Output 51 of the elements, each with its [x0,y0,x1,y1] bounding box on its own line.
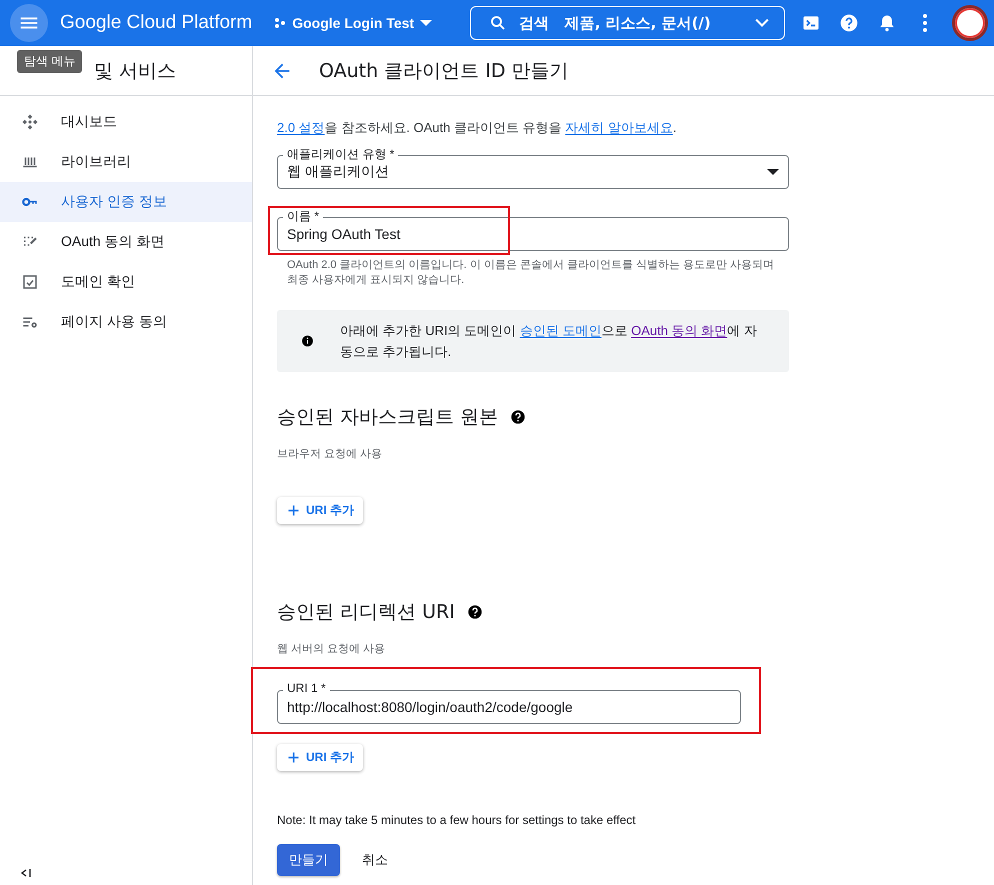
help-icon [839,13,859,33]
select-field[interactable]: 애플리케이션 유형 * 웹 애플리케이션 [277,146,789,189]
more-icon [923,14,927,32]
create-button[interactable]: 만들기 [277,844,340,876]
text-link[interactable]: OAuth 동의 화면 [631,323,728,338]
add-uri-button[interactable]: URI 추가 [277,497,363,524]
section-title: 및 서비스 [94,58,176,84]
nav-item[interactable]: 페이지 사용 동의 [0,302,252,342]
avatar[interactable] [952,5,988,41]
project-selector[interactable]: Google Login Test [274,15,432,31]
section-heading: 승인된 자바스크립트 원본 [277,405,498,430]
text-link[interactable]: 2.0 설정 [277,120,325,135]
dashboard-icon [21,113,39,131]
plus-icon [286,750,301,765]
collapse-icon[interactable] [20,867,32,879]
section-subtitle: 웹 서버의 요청에 사용 [277,642,386,656]
text-link[interactable]: 자세히 알아보세요 [565,120,673,135]
note-text: Note: It may take 5 minutes to a few hours for settings to take effect [277,813,637,827]
help-icon[interactable] [510,409,526,425]
product-name: Google Cloud Platform [60,12,252,34]
field-label: 이름 * [283,208,324,225]
search-input[interactable]: 검색 제품, 리소스, 문서(/) [517,13,742,33]
checkbox-icon [21,273,39,291]
nav-item[interactable]: 사용자 인증 정보 [0,182,252,222]
nav-item[interactable]: 도메인 확인 [0,262,252,302]
field-label: 애플리케이션 유형 * [283,146,398,163]
dropdown-caret-icon [767,169,779,175]
section-heading: 승인된 리디렉션 URI [277,600,455,625]
caret-icon [420,20,432,26]
text-link[interactable]: 승인된 도메인 [520,323,602,338]
info-icon [301,333,314,349]
cancel-button[interactable]: 취소 [362,851,388,869]
field-label: URI 1 * [283,681,330,695]
helper-text: OAuth 2.0 클라이언트의 이름입니다. 이 이름은 콘솔에서 클라이언트를 식별하는 용도로만 사용되며 최종 사용자에게 표시되지 않습니다. [286,258,776,288]
intro-text: 2.0 설정 을 참조하세요. OAuth 클라이언트 유형을 자세히 알아보세요. [277,119,678,137]
menu-button[interactable] [10,4,48,42]
search-icon [489,14,508,32]
notice-text: 아래에 추가한 URI의 도메인이 승인된 도메인으로 OAuth 동의 화면에 자동으로 추가됩니다. [340,322,758,361]
nav-item[interactable]: OAuth 동의 화면 [0,222,252,262]
tooltip: 탐색 메뉴 [17,50,82,73]
input-field[interactable]: URI 1 * http://localhost:8080/login/oauth2/code/google [277,681,741,724]
nav-item[interactable]: 대시보드 [0,102,252,142]
project-icon [274,17,286,29]
section-subtitle: 브라우저 요청에 사용 [277,447,384,461]
plus-icon [286,503,301,518]
add-uri-button[interactable]: URI 추가 [277,744,363,771]
help-icon[interactable] [466,604,483,620]
page-title: OAuth 클라이언트 ID 만들기 [319,58,569,84]
nav-item[interactable]: 라이브러리 [0,142,252,182]
input-field[interactable]: 이름 * Spring OAuth Test [277,208,789,251]
search-field[interactable]: 검색 제품, 리소스, 문서(/) [470,6,786,40]
